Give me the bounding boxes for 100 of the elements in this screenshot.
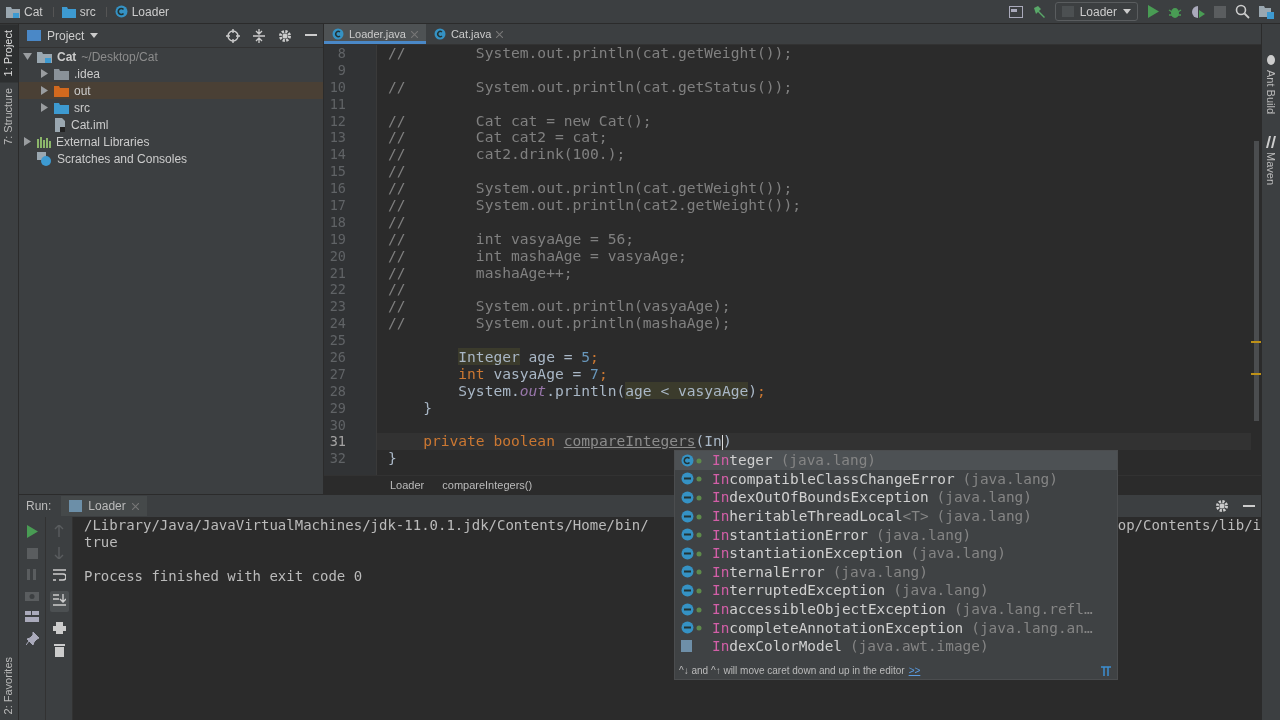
tool-window-tab[interactable]: Maven — [1263, 130, 1279, 192]
folder-icon — [54, 101, 69, 114]
tool-window-tab[interactable]: Ant Build — [1263, 48, 1279, 121]
minimize-icon[interactable] — [1243, 504, 1255, 508]
tree-item[interactable]: out — [19, 82, 323, 99]
tool-window-tab[interactable]: 1: Project — [0, 24, 18, 83]
project-structure-icon[interactable] — [1259, 4, 1274, 19]
editor-tab[interactable]: Loader.java — [324, 24, 426, 44]
tool-window-tab[interactable]: 7: Structure — [0, 82, 18, 152]
scratches-icon — [37, 151, 52, 166]
class-icon — [681, 453, 702, 467]
class-icon — [114, 5, 128, 18]
trash-icon[interactable] — [53, 644, 65, 657]
completion-item[interactable]: Integer (java.lang) — [675, 451, 1117, 470]
completion-item[interactable]: IncompleteAnnotationException (java.lang.an… — [675, 618, 1117, 637]
console-output-line: Process finished with exit code 0 — [84, 568, 363, 585]
editor-tab[interactable]: Cat.java — [425, 24, 512, 44]
scrollbar-thumb[interactable] — [1254, 141, 1259, 421]
code-line: // mashaAge++; — [388, 264, 573, 282]
line-number: 31 — [328, 433, 347, 451]
scroll-to-end-button[interactable] — [49, 591, 69, 612]
print-icon[interactable] — [52, 622, 66, 634]
class-icon — [433, 28, 446, 40]
breadcrumb-item[interactable]: Cat — [6, 4, 43, 19]
folder-icon — [6, 5, 20, 18]
file-icon — [54, 117, 66, 132]
collapsed-arrow-icon[interactable] — [40, 103, 49, 112]
code-line: System.out.println(age < vasyaAge); — [457, 382, 766, 400]
collapsed-arrow-icon[interactable] — [40, 86, 49, 95]
exception-icon — [681, 602, 702, 616]
collapsed-arrow-icon[interactable] — [23, 137, 32, 146]
close-icon[interactable] — [496, 30, 504, 38]
completion-item[interactable]: InstantiationException (java.lang) — [675, 543, 1117, 563]
code-line: Integer age = 5; — [457, 349, 599, 366]
tree-item[interactable]: Scratches and Consoles — [19, 150, 323, 167]
settings-icon[interactable] — [278, 28, 292, 43]
run-icon[interactable] — [1147, 5, 1159, 18]
code-line: // — [388, 213, 406, 231]
code-line: // System.out.println(vasyaAge); — [388, 298, 731, 316]
breadcrumb-item[interactable]: src — [61, 4, 96, 19]
folder-icon — [54, 84, 69, 97]
path-note: ~/Desktop/Cat — [81, 49, 158, 64]
locate-icon[interactable] — [226, 28, 240, 43]
rerun-icon[interactable] — [26, 525, 38, 538]
folder-icon — [54, 67, 69, 80]
tree-item[interactable]: .idea — [19, 65, 323, 82]
breadcrumb-item[interactable]: Loader — [114, 4, 170, 19]
exception-icon — [681, 583, 702, 597]
minimize-icon[interactable] — [305, 34, 317, 37]
code-line: int vasyaAge = 7; — [457, 365, 608, 383]
code-line: // Cat cat2 = cat; — [388, 129, 608, 147]
code-line: // System.out.println(mashaAge); — [388, 315, 731, 333]
completion-hint: ^↓ and ^↑ will move caret down and up in the editor — [679, 665, 905, 676]
exception-icon — [681, 491, 702, 504]
caret-icon — [1123, 9, 1131, 14]
library-icon — [37, 135, 51, 148]
code-line: // Cat cat = new Cat(); — [388, 112, 652, 130]
completion-item[interactable]: InstantiationError (java.lang) — [675, 525, 1117, 544]
terminal-icon[interactable] — [1008, 5, 1023, 18]
layout-icon[interactable] — [25, 611, 39, 622]
soft-wrap-icon[interactable] — [52, 569, 66, 581]
coverage-icon[interactable] — [1191, 4, 1205, 19]
warning-marker — [1251, 373, 1261, 375]
tool-window-tab[interactable]: 2: Favorites — [0, 650, 18, 720]
collapsed-arrow-icon[interactable] — [40, 69, 49, 78]
exception-icon — [681, 621, 702, 635]
code-line: } — [388, 450, 397, 468]
completion-item[interactable]: InaccessibleObjectException (java.lang.refl… — [675, 599, 1117, 619]
completion-item[interactable]: InheritableThreadLocal<T> (java.lang) — [675, 506, 1117, 526]
code-breadcrumb[interactable]: compareIntegers() — [442, 479, 533, 491]
tree-item[interactable]: Cat.iml — [19, 116, 323, 133]
console-icon — [69, 500, 83, 512]
settings-icon[interactable] — [1215, 499, 1229, 513]
folder-icon — [37, 50, 52, 63]
expanded-arrow-icon[interactable] — [23, 52, 32, 61]
completion-item[interactable]: IncompatibleClassChangeError (java.lang) — [675, 469, 1117, 489]
code-line: // cat2.drink(100.); — [388, 146, 626, 164]
console-output-line: /Library/Java/JavaVirtualMachines/jdk-11.0.1.jdk/Contents/Home/bin/ — [84, 517, 649, 534]
run-configuration-dropdown[interactable]: Loader — [1054, 2, 1138, 21]
completion-item[interactable]: InterruptedException (java.lang) — [675, 581, 1117, 600]
caret-icon — [90, 33, 99, 38]
tree-item[interactable]: External Libraries — [19, 133, 323, 150]
search-icon[interactable] — [1235, 4, 1250, 19]
hint-link[interactable]: >> — [908, 665, 921, 676]
tree-item[interactable]: src — [19, 99, 323, 116]
run-tab[interactable]: Loader — [61, 496, 147, 516]
code-breadcrumb[interactable]: Loader — [390, 479, 425, 491]
project-view-dropdown[interactable]: Project — [27, 28, 99, 43]
hammer-icon[interactable] — [1031, 4, 1046, 19]
code-line: // System.out.println(cat.getWeight()); — [388, 45, 793, 62]
completion-item[interactable]: IndexOutOfBoundsException (java.lang) — [675, 488, 1117, 507]
run-label: Run: — [26, 499, 52, 513]
ant-icon — [1266, 54, 1276, 66]
exception-icon — [681, 509, 702, 523]
completion-item[interactable]: InternalError (java.lang) — [675, 562, 1117, 582]
exception-icon — [681, 565, 702, 579]
completion-item[interactable]: IndexColorModel (java.awt.image) — [675, 636, 1117, 656]
tree-item[interactable]: Cat ~/Desktop/Cat — [19, 48, 323, 65]
code-line: // — [388, 281, 406, 299]
collapse-all-icon[interactable] — [253, 28, 265, 43]
